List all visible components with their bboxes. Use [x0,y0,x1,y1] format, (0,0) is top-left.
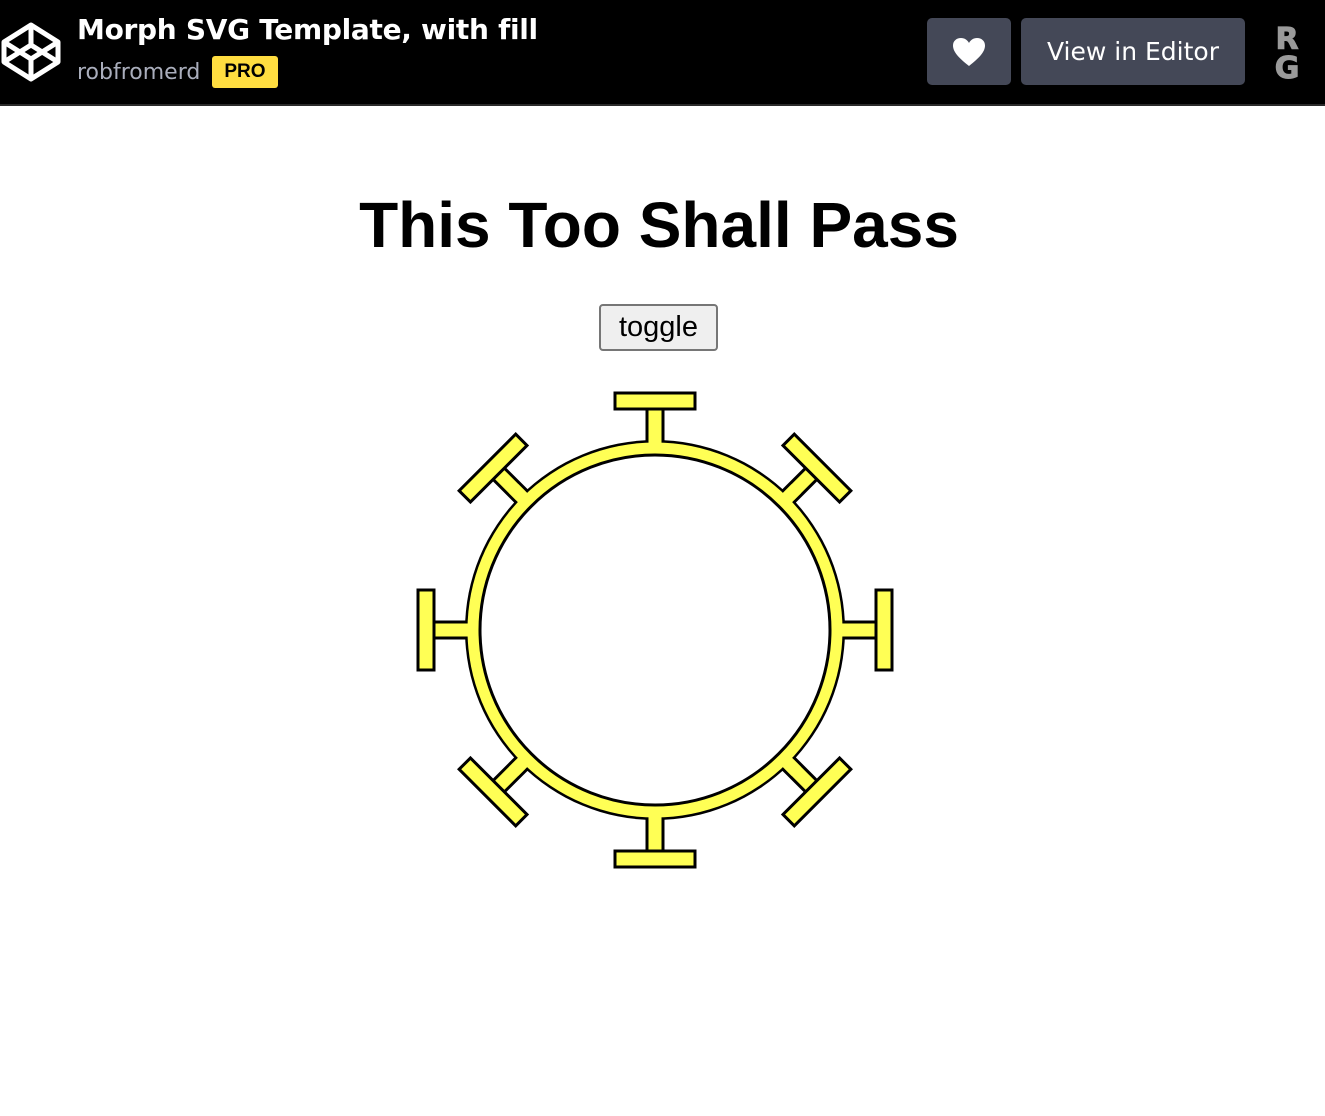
morph-ring-shape [416,391,894,869]
pro-badge[interactable]: PRO [212,56,278,88]
pen-title: Morph SVG Template, with fill [77,13,538,46]
author-row: robfromerd PRO [77,56,278,88]
codepen-logo-icon[interactable] [0,21,62,83]
ring-graphic [416,391,894,869]
top-bar: Morph SVG Template, with fill robfromerd… [0,0,1325,106]
heart-icon [953,37,985,66]
toggle-button[interactable]: toggle [599,304,718,351]
ring-inner-edge [478,453,832,807]
spoke-join [455,623,470,637]
spoke-join [840,623,855,637]
view-in-editor-button[interactable]: View in Editor [1021,18,1245,85]
headline: This Too Shall Pass [359,189,959,261]
svg-text:G: G [1275,51,1300,82]
spoke-join [648,430,662,445]
spoke-join [648,815,662,830]
like-button[interactable] [927,18,1011,85]
avatar[interactable]: R G [1265,22,1309,82]
author-link[interactable]: robfromerd [77,60,200,85]
